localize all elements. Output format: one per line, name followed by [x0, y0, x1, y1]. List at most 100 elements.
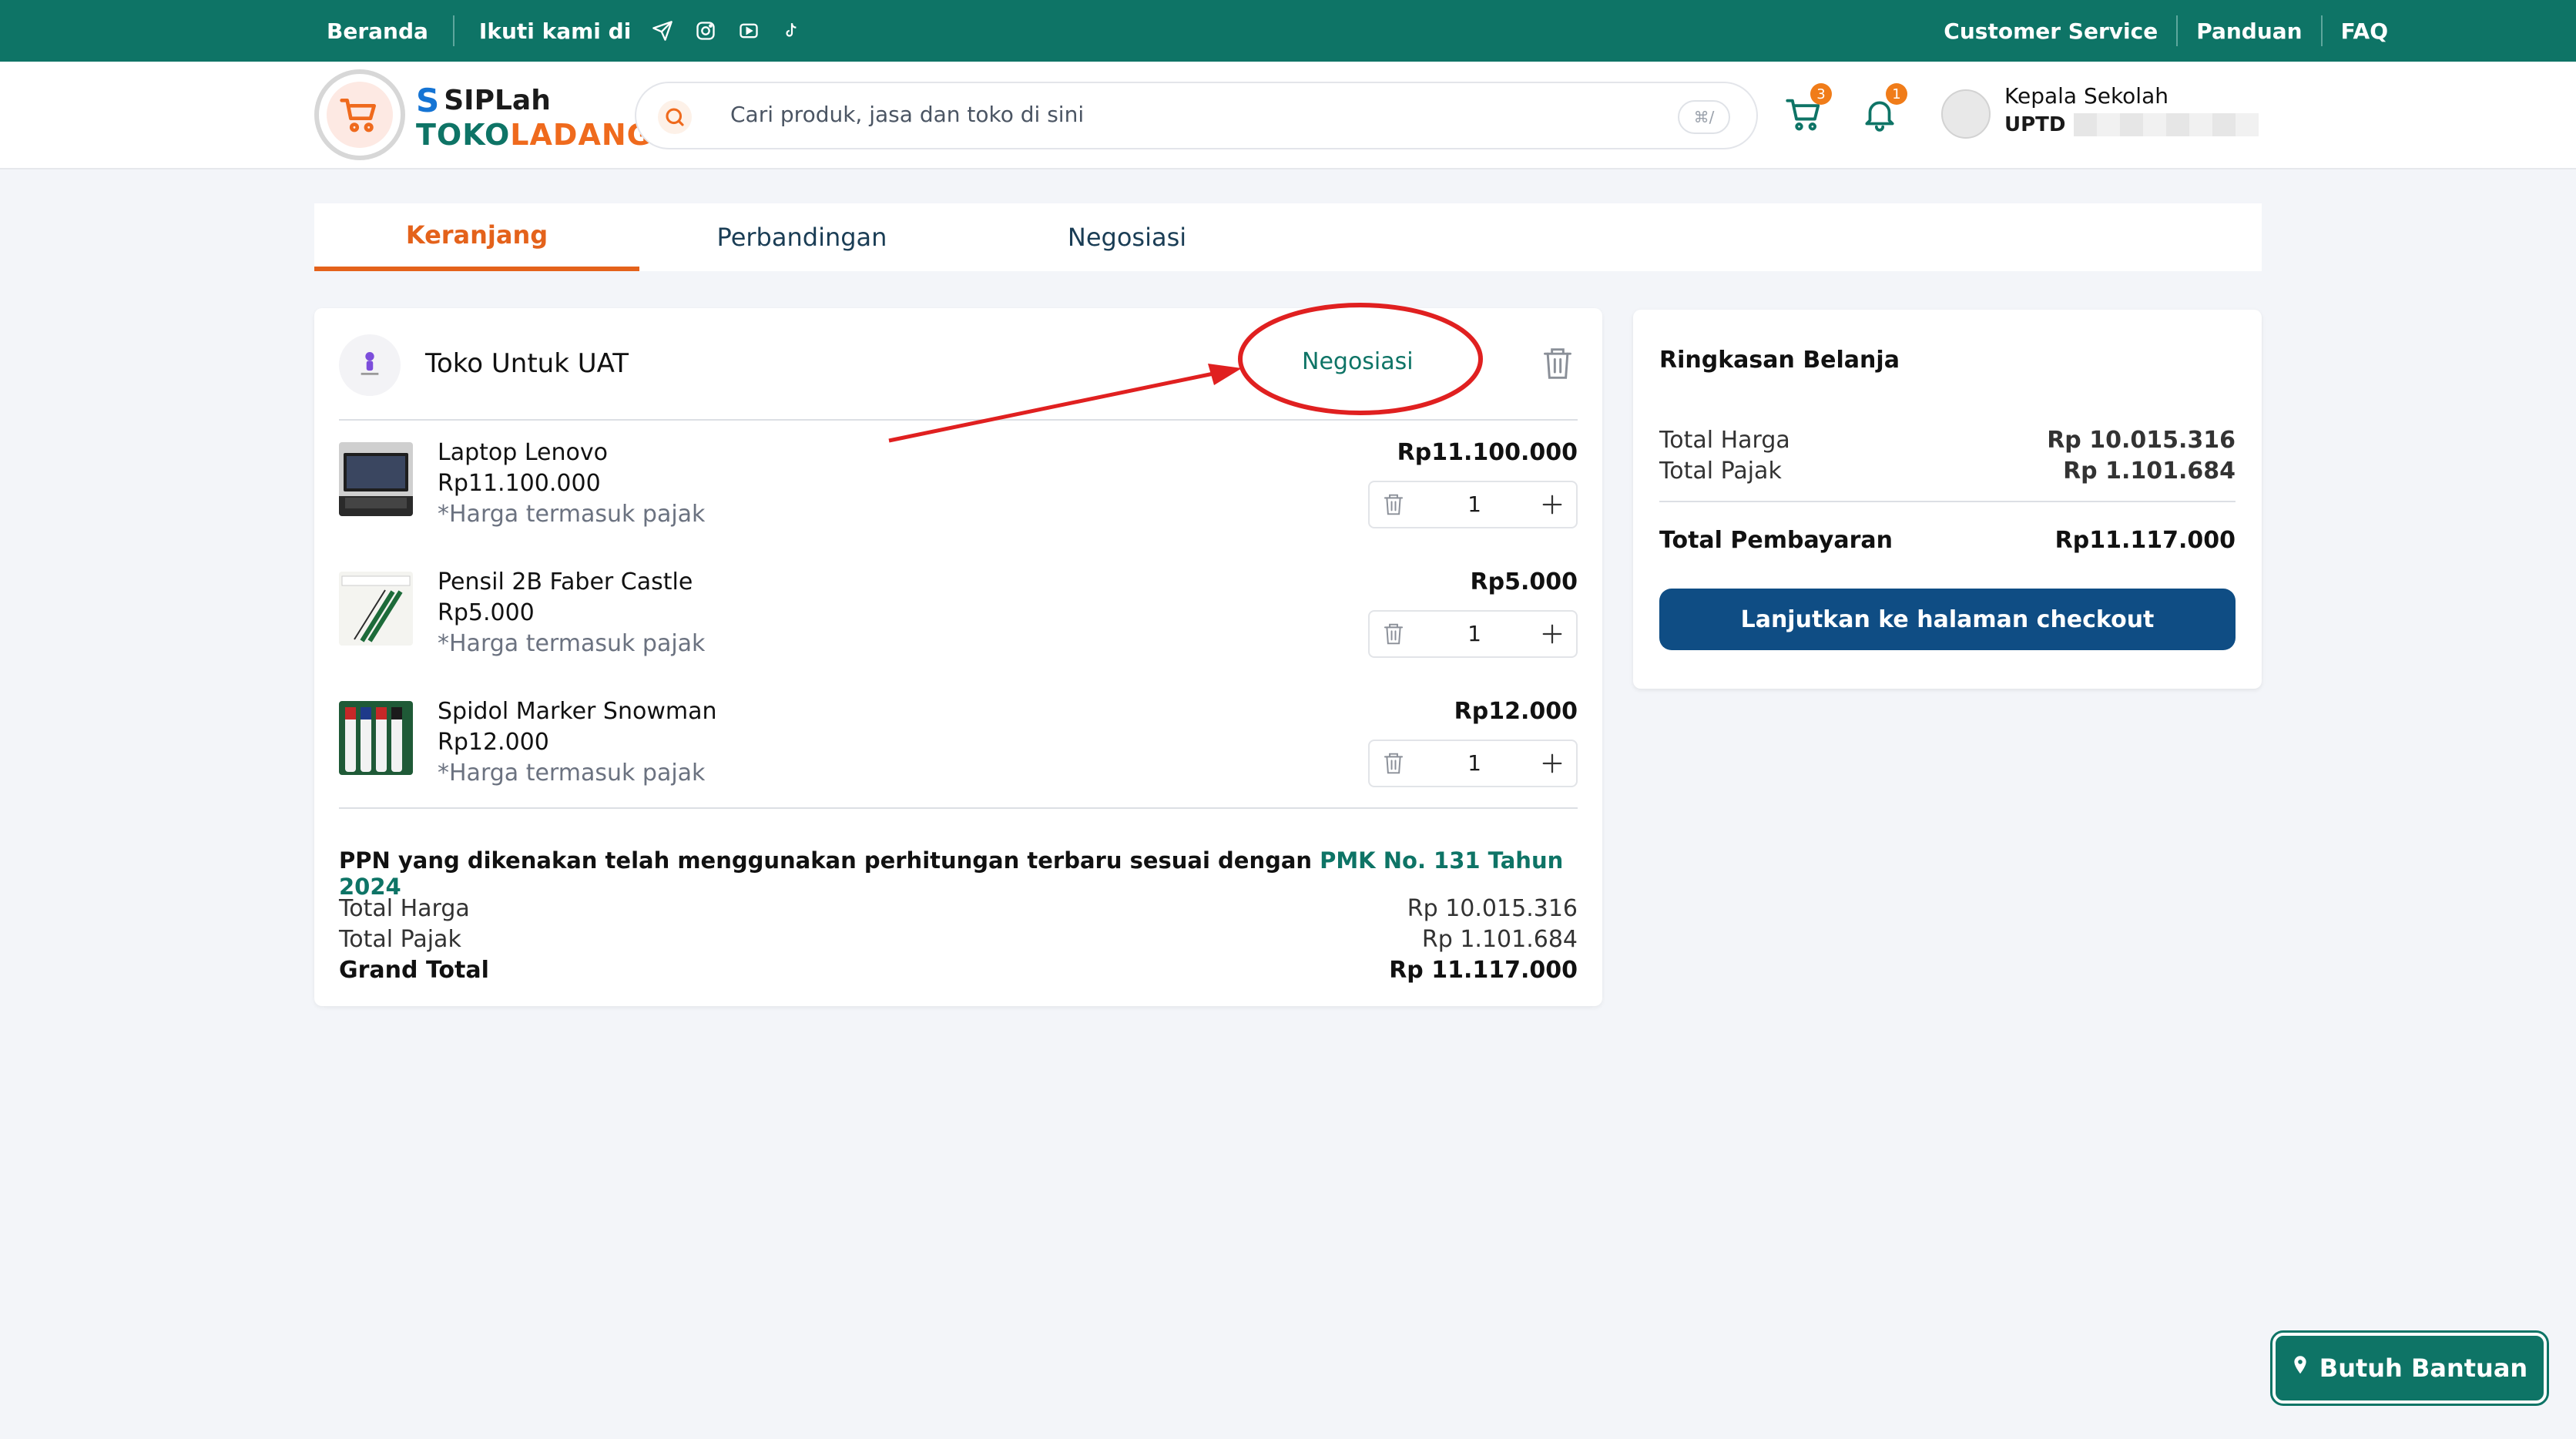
item-tax-note: *Harga termasuk pajak: [438, 760, 706, 787]
remove-item-icon[interactable]: [1380, 750, 1407, 777]
search-icon: [658, 100, 692, 134]
total-price-label: Total Harga: [339, 895, 470, 922]
instagram-icon[interactable]: [694, 19, 717, 42]
avatar[interactable]: [1941, 89, 1991, 139]
store-logo-icon[interactable]: [314, 69, 405, 160]
telegram-icon[interactable]: [651, 19, 674, 42]
user-menu[interactable]: Kepala Sekolah UPTD: [2004, 83, 2259, 136]
grand-total-value: Rp 11.117.000: [1389, 957, 1578, 984]
plus-icon[interactable]: [1538, 490, 1567, 519]
guide-link[interactable]: Panduan: [2196, 18, 2302, 44]
item-price: Rp11.100.000: [438, 470, 601, 497]
pencil-image[interactable]: [339, 572, 413, 646]
item-total: Rp11.100.000: [1397, 439, 1578, 466]
remove-item-icon[interactable]: [1380, 621, 1407, 647]
summary-total-tax-row: Total Pajak Rp 1.101.684: [1659, 458, 2236, 485]
brand-top-text: SIPLah: [444, 85, 551, 116]
youtube-icon[interactable]: [737, 19, 760, 42]
item-tax-note: *Harga termasuk pajak: [438, 630, 706, 657]
plus-icon[interactable]: [1538, 619, 1567, 649]
follow-label: Ikuti kami di: [478, 18, 632, 44]
user-role: Kepala Sekolah: [2004, 83, 2168, 109]
total-tax-row: Total Pajak Rp 1.101.684: [339, 926, 1578, 953]
grand-total-row: Grand Total Rp 11.117.000: [339, 957, 1578, 984]
divider: [2176, 15, 2179, 46]
order-summary-card: Ringkasan Belanja Total Harga Rp 10.015.…: [1633, 310, 2262, 689]
help-label: Butuh Bantuan: [2319, 1353, 2528, 1383]
notification-count-badge: 1: [1886, 83, 1907, 105]
customer-service-link[interactable]: Customer Service: [1944, 18, 2158, 44]
siplah-logo-icon: S: [416, 82, 440, 119]
trash-icon[interactable]: [1541, 345, 1575, 385]
laptop-image[interactable]: [339, 442, 413, 516]
redacted-text: [2073, 113, 2259, 136]
brand-logo[interactable]: S SIPLah TOKOLADANG: [416, 82, 652, 152]
summary-total-price-row: Total Harga Rp 10.015.316: [1659, 427, 2236, 454]
divider: [339, 419, 1578, 421]
home-link[interactable]: Beranda: [327, 18, 428, 44]
cart-item: Pensil 2B Faber Castle Rp5.000 *Harga te…: [339, 569, 1578, 676]
plus-icon[interactable]: [1538, 749, 1567, 778]
tab-keranjang[interactable]: Keranjang: [314, 203, 639, 271]
store-name[interactable]: Toko Untuk UAT: [425, 348, 629, 379]
cart-tabs: Keranjang Perbandingan Negosiasi: [314, 203, 2262, 271]
item-tax-note: *Harga termasuk pajak: [438, 501, 706, 528]
item-total: Rp5.000: [1470, 569, 1578, 595]
quantity-stepper: 1: [1368, 481, 1578, 528]
item-name[interactable]: Pensil 2B Faber Castle: [438, 569, 693, 595]
help-button[interactable]: Butuh Bantuan: [2270, 1330, 2549, 1406]
search-placeholder: Cari produk, jasa dan toko di sini: [730, 102, 1085, 127]
search-shortcut: ⌘/: [1678, 100, 1730, 134]
faq-link[interactable]: FAQ: [2341, 18, 2388, 44]
total-price-value: Rp 10.015.316: [1407, 895, 1578, 922]
summary-total-price-label: Total Harga: [1659, 427, 1790, 454]
ppn-notice: PPN yang dikenakan telah menggunakan per…: [339, 847, 1602, 900]
checkout-button[interactable]: Lanjutkan ke halaman checkout: [1659, 589, 2236, 650]
top-bar: Beranda Ikuti kami di Customer Service P…: [0, 0, 2576, 62]
store-avatar: [339, 334, 401, 396]
summary-total-payment-row: Total Pembayaran Rp11.117.000: [1659, 527, 2236, 554]
search-input[interactable]: Cari produk, jasa dan toko di sini ⌘/: [635, 82, 1758, 149]
cart-card: Toko Untuk UAT Negosiasi Laptop Lenovo R…: [314, 308, 1602, 1006]
quantity-stepper: 1: [1368, 740, 1578, 787]
header: S SIPLah TOKOLADANG Cari produk, jasa dan…: [0, 62, 2576, 169]
total-tax-label: Total Pajak: [339, 926, 461, 953]
tab-negosiasi[interactable]: Negosiasi: [964, 203, 1290, 271]
user-name: UPTD: [2004, 113, 2066, 136]
item-price: Rp12.000: [438, 729, 549, 756]
summary-total-price-value: Rp 10.015.316: [2047, 427, 2236, 454]
total-price-row: Total Harga Rp 10.015.316: [339, 895, 1578, 922]
tab-perbandingan[interactable]: Perbandingan: [639, 203, 964, 271]
summary-total-payment-label: Total Pembayaran: [1659, 527, 1893, 554]
cart-icon[interactable]: 3: [1781, 83, 1832, 137]
brand-bottom-a: TOKO: [416, 118, 511, 152]
quantity-value[interactable]: 1: [1447, 491, 1502, 517]
grand-total-label: Grand Total: [339, 957, 489, 984]
item-total: Rp12.000: [1454, 698, 1578, 725]
bell-icon[interactable]: 1: [1857, 83, 1907, 137]
quantity-stepper: 1: [1368, 610, 1578, 658]
divider: [452, 15, 454, 46]
cart-item: Spidol Marker Snowman Rp12.000 *Harga te…: [339, 698, 1578, 806]
quantity-value[interactable]: 1: [1447, 621, 1502, 646]
divider: [2320, 15, 2323, 46]
marker-image[interactable]: [339, 701, 413, 775]
summary-total-tax-value: Rp 1.101.684: [2063, 458, 2236, 485]
remove-item-icon[interactable]: [1380, 491, 1407, 518]
summary-total-tax-label: Total Pajak: [1659, 458, 1782, 485]
divider: [1659, 501, 2236, 502]
ppn-text: PPN yang dikenakan telah menggunakan per…: [339, 847, 1313, 874]
quantity-value[interactable]: 1: [1447, 750, 1502, 776]
cart-count-badge: 3: [1810, 83, 1832, 105]
tiktok-icon[interactable]: [780, 19, 803, 42]
item-price: Rp5.000: [438, 599, 535, 626]
summary-total-payment-value: Rp11.117.000: [2054, 527, 2236, 554]
cart-item: Laptop Lenovo Rp11.100.000 *Harga termas…: [339, 439, 1578, 547]
negotiate-button[interactable]: Negosiasi: [1302, 348, 1414, 375]
item-name[interactable]: Laptop Lenovo: [438, 439, 608, 466]
pin-icon: [2292, 1353, 2309, 1383]
summary-title: Ringkasan Belanja: [1659, 347, 1900, 374]
divider: [339, 807, 1578, 809]
item-name[interactable]: Spidol Marker Snowman: [438, 698, 717, 725]
total-tax-value: Rp 1.101.684: [1421, 926, 1578, 953]
